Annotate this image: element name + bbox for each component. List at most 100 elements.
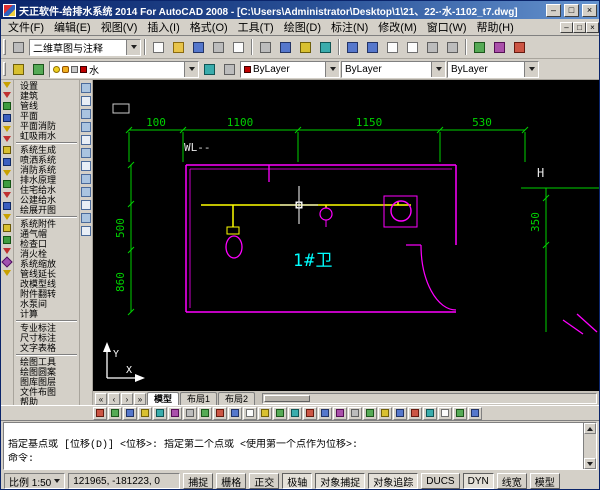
quick-tool-icon[interactable] <box>393 407 407 420</box>
paste-icon[interactable] <box>296 38 315 56</box>
toggle-ortho[interactable]: 正交 <box>249 473 279 489</box>
sidebar-item-25[interactable]: 文字表格 <box>14 343 79 353</box>
draw-tool-icon[interactable] <box>81 226 91 236</box>
scroll-down-icon[interactable] <box>584 458 596 469</box>
quick-tool-icon[interactable] <box>408 407 422 420</box>
menu-insert[interactable]: 插入(I) <box>142 18 184 36</box>
close-button[interactable]: × <box>582 4 597 17</box>
sidebar-item-10[interactable]: 住宅给水 <box>14 185 79 195</box>
tab-prev-icon[interactable]: ‹ <box>108 393 120 405</box>
menu-modify[interactable]: 修改(M) <box>373 18 422 36</box>
toggle-model-space[interactable]: 模型 <box>530 473 560 489</box>
tab-layout1[interactable]: 布局1 <box>180 392 217 405</box>
sidebar-item-8[interactable]: 消防系统 <box>14 165 79 175</box>
quick-tool-icon[interactable] <box>123 407 137 420</box>
sidebar-item-29[interactable]: 文件布图 <box>14 387 79 397</box>
menu-view[interactable]: 视图(V) <box>96 18 143 36</box>
tool-palettes-icon[interactable] <box>510 38 529 56</box>
command-scrollbar[interactable] <box>583 423 596 469</box>
scrollbar-thumb[interactable] <box>264 395 310 402</box>
sidebar-item-22[interactable]: 计算 <box>14 309 79 319</box>
palette-tool-icon[interactable] <box>3 170 11 176</box>
chevron-down-icon[interactable] <box>325 62 339 77</box>
tab-next-icon[interactable]: › <box>121 393 133 405</box>
sidebar-item-24[interactable]: 尺寸标注 <box>14 333 79 343</box>
sidebar-item-23[interactable]: 专业标注 <box>14 323 79 333</box>
quick-tool-icon[interactable] <box>243 407 257 420</box>
sidebar-item-20[interactable]: 附件翻转 <box>14 289 79 299</box>
sidebar-item-11[interactable]: 公建给水 <box>14 195 79 205</box>
draw-tool-icon[interactable] <box>81 148 91 158</box>
command-line-window[interactable]: 指定基点或 [位移(D)] <位移>: 指定第二个点或 <使用第一个点作为位移>… <box>3 422 597 470</box>
design-center-icon[interactable] <box>490 38 509 56</box>
minimize-button[interactable]: – <box>546 4 561 17</box>
quick-tool-icon[interactable] <box>438 407 452 420</box>
menu-help[interactable]: 帮助(H) <box>472 18 519 36</box>
quick-tool-icon[interactable] <box>213 407 227 420</box>
doc-restore-button[interactable]: □ <box>573 22 586 33</box>
palette-tool-icon[interactable] <box>3 114 11 122</box>
quick-tool-icon[interactable] <box>198 407 212 420</box>
palette-tool-icon[interactable] <box>3 146 11 154</box>
palette-tool-icon[interactable] <box>3 102 11 110</box>
redo-icon[interactable] <box>363 38 382 56</box>
sidebar-item-21[interactable]: 水泵间 <box>14 299 79 309</box>
toggle-snap[interactable]: 捕捉 <box>183 473 213 489</box>
save-icon[interactable] <box>189 38 208 56</box>
quick-tool-icon[interactable] <box>108 407 122 420</box>
drawing-canvas[interactable]: 100 1100 1150 530 500 860 <box>93 80 599 391</box>
draw-tool-icon[interactable] <box>81 161 91 171</box>
quick-tool-icon[interactable] <box>378 407 392 420</box>
palette-tool-icon[interactable] <box>3 270 11 276</box>
linetype-combo[interactable]: ByLayer <box>341 61 446 78</box>
match-properties-icon[interactable] <box>316 38 335 56</box>
toolbar-grip[interactable] <box>3 39 6 55</box>
quick-tool-icon[interactable] <box>153 407 167 420</box>
menu-draw[interactable]: 绘图(D) <box>279 18 326 36</box>
sidebar-item-26[interactable]: 绘图工具 <box>14 357 79 367</box>
sidebar-item-0[interactable]: 设置 <box>14 81 79 91</box>
palette-tool-icon[interactable] <box>3 158 11 166</box>
workspace-combo[interactable]: 二维草图与注释 <box>29 39 141 56</box>
quick-tool-icon[interactable] <box>168 407 182 420</box>
sidebar-item-27[interactable]: 绘图圆案 <box>14 367 79 377</box>
palette-tool-icon[interactable] <box>3 180 11 188</box>
draw-tool-icon[interactable] <box>81 213 91 223</box>
palette-tool-icon[interactable] <box>3 136 11 142</box>
quick-tool-icon[interactable] <box>183 407 197 420</box>
chevron-down-icon[interactable] <box>126 40 140 55</box>
copy-icon[interactable] <box>276 38 295 56</box>
sidebar-item-17[interactable]: 系统缩放 <box>14 259 79 269</box>
palette-tool-icon[interactable] <box>3 224 11 232</box>
quick-tool-icon[interactable] <box>348 407 362 420</box>
toggle-ducs[interactable]: DUCS <box>421 473 459 489</box>
quick-tool-icon[interactable] <box>288 407 302 420</box>
toggle-dyn[interactable]: DYN <box>463 473 494 489</box>
sidebar-item-15[interactable]: 检查口 <box>14 239 79 249</box>
layer-previous-icon[interactable] <box>220 60 239 78</box>
palette-tool-icon[interactable] <box>3 236 11 244</box>
maximize-button[interactable]: □ <box>564 4 579 17</box>
new-file-icon[interactable] <box>149 38 168 56</box>
toggle-lineweight[interactable]: 线宽 <box>497 473 527 489</box>
draw-tool-icon[interactable] <box>81 96 91 106</box>
layer-states-icon[interactable] <box>29 60 48 78</box>
make-layer-current-icon[interactable] <box>200 60 219 78</box>
sidebar-item-19[interactable]: 改模型线 <box>14 279 79 289</box>
palette-tool-icon[interactable] <box>3 92 11 98</box>
palette-tool-icon[interactable] <box>3 248 11 254</box>
color-combo[interactable]: ByLayer <box>240 61 340 78</box>
sidebar-item-6[interactable]: 系统生成 <box>14 145 79 155</box>
quick-tool-icon[interactable] <box>273 407 287 420</box>
plot-icon[interactable] <box>209 38 228 56</box>
scale-selector[interactable]: 比例 1:50 <box>4 473 65 489</box>
chevron-down-icon[interactable] <box>524 62 538 77</box>
tab-model[interactable]: 模型 <box>147 392 179 405</box>
quick-tool-icon[interactable] <box>303 407 317 420</box>
draw-tool-icon[interactable] <box>81 122 91 132</box>
sidebar-item-3[interactable]: 平面 <box>14 111 79 121</box>
properties-icon[interactable] <box>470 38 489 56</box>
horizontal-scrollbar[interactable] <box>262 393 597 404</box>
undo-icon[interactable] <box>343 38 362 56</box>
sidebar-item-12[interactable]: 绘展开图 <box>14 205 79 215</box>
